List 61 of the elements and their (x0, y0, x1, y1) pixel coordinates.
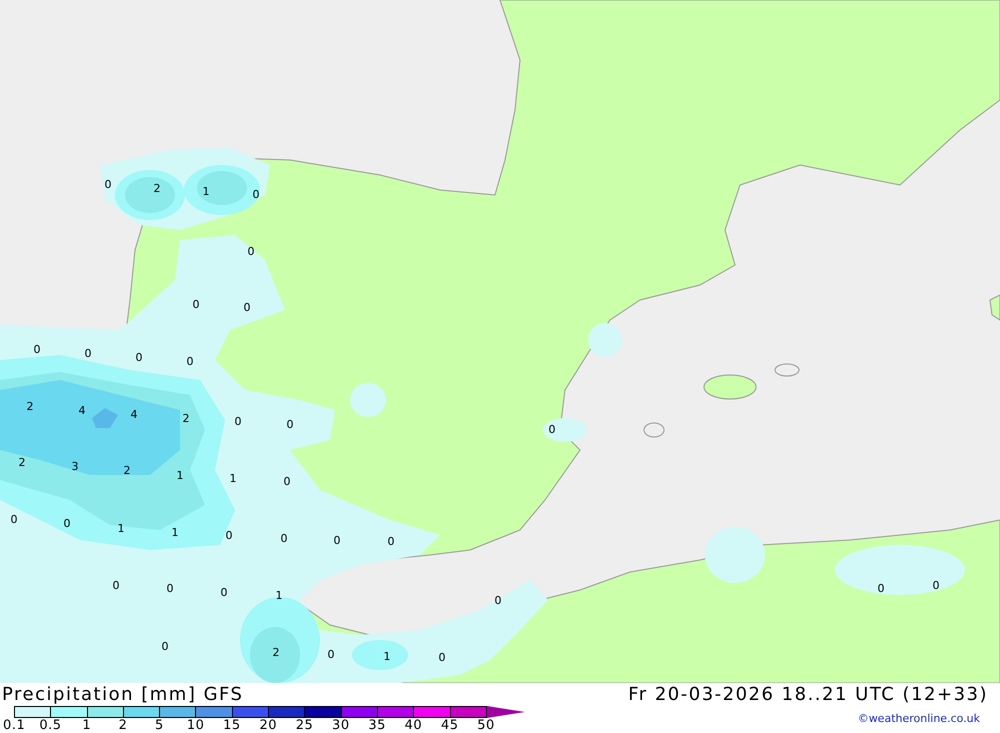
map-value-label: 0 (548, 424, 556, 436)
legend-label: 30 (331, 718, 351, 733)
map-value-label: 3 (72, 461, 78, 473)
legend-label: 35 (367, 718, 387, 733)
map-value-label: 0 (104, 179, 112, 191)
map-value-label: 0 (286, 419, 294, 431)
map-value-label: 0 (166, 583, 174, 595)
legend-label: 0.1 (2, 718, 26, 733)
map-value-label: 4 (78, 405, 86, 417)
map-value-label: 0 (932, 580, 940, 592)
map-value-label: 0 (280, 533, 288, 545)
map-value-label: 0 (162, 641, 168, 653)
map-value-label: 0 (34, 344, 40, 356)
legend-label: 50 (476, 718, 496, 733)
map-value-label: 0 (220, 587, 228, 599)
map-value-label: 2 (182, 413, 190, 425)
map-value-label: 2 (154, 183, 160, 195)
map-value-label: 0 (234, 416, 242, 428)
map-value-label: 0 (84, 348, 92, 360)
map-value-label: 0 (878, 583, 884, 595)
map-value-label: 1 (176, 470, 184, 482)
map-value-label: 2 (272, 647, 280, 659)
map-value-label: 0 (334, 535, 340, 547)
legend-label: 15 (222, 718, 242, 733)
legend-label: 45 (440, 718, 460, 733)
map-value-label: 1 (118, 523, 124, 535)
legend-label: 5 (154, 718, 165, 733)
map-value-label: 0 (284, 476, 290, 488)
map-value-label: 1 (384, 651, 390, 663)
map-value-label: 0 (136, 352, 142, 364)
legend-label: 0.5 (38, 718, 63, 733)
map-value-label: 0 (192, 299, 200, 311)
map-value-label: 0 (494, 595, 502, 607)
legend-label: 20 (258, 718, 278, 733)
map-value-label: 0 (244, 302, 250, 314)
map-value-label: 2 (124, 465, 130, 477)
map-value-label: 1 (276, 590, 282, 602)
map-value-label: 2 (26, 401, 34, 413)
map-value-label: 0 (388, 536, 394, 548)
map-value-label: 0 (328, 649, 334, 661)
map-value-label: 0 (438, 652, 446, 664)
map-value-label: 1 (202, 186, 210, 198)
map-value-label: 0 (226, 530, 232, 542)
legend-label: 25 (294, 718, 314, 733)
valid-time: Fr 20-03-2026 18..21 UTC (12+33) (628, 684, 988, 705)
map-value-label: 0 (10, 514, 18, 526)
map-value-label: 2 (18, 456, 26, 469)
map-title: Precipitation [mm] GFS (2, 684, 244, 705)
map-value-label: 0 (248, 246, 254, 258)
map-value-label: 0 (252, 189, 260, 201)
map-value-label: 0 (64, 518, 70, 530)
legend-label: 10 (186, 718, 206, 733)
credit-link[interactable]: ©weatheronline.co.uk (858, 712, 980, 725)
legend-label: 2 (118, 718, 128, 733)
map-value-label: 1 (172, 527, 178, 539)
map-value-label: 0 (112, 580, 120, 592)
map-value-label: 0 (186, 356, 194, 368)
map-value-label: 1 (230, 473, 236, 485)
map-value-label: 4 (130, 409, 138, 421)
legend-label: 40 (404, 718, 424, 733)
legend-label: 1 (81, 718, 92, 733)
